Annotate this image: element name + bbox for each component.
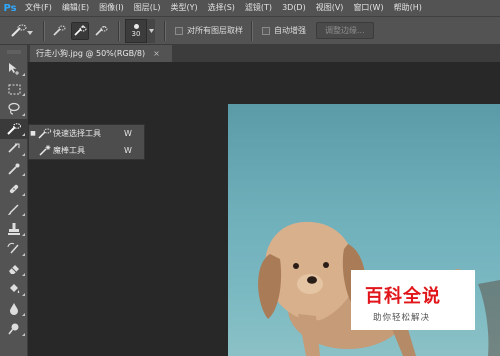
paint-bucket-tool[interactable] bbox=[0, 279, 28, 299]
menu-layer[interactable]: 图层(L) bbox=[129, 0, 166, 16]
stamp-icon bbox=[8, 223, 20, 235]
menu-image[interactable]: 图像(I) bbox=[94, 0, 129, 16]
menu-edit[interactable]: 编辑(E) bbox=[57, 0, 94, 16]
clone-stamp-tool[interactable] bbox=[0, 219, 28, 239]
paint-bucket-icon bbox=[10, 284, 20, 293]
menu-3d[interactable]: 3D(D) bbox=[277, 0, 311, 16]
photoshop-logo: Ps bbox=[3, 2, 17, 14]
options-bar: 30 对所有图层取样 自动增强 调整边缘... bbox=[0, 16, 500, 45]
subtract-selection-icon bbox=[95, 25, 108, 36]
flyout-item-magic-wand[interactable]: 魔棒工具 W bbox=[29, 142, 144, 159]
add-to-selection-button[interactable] bbox=[71, 21, 89, 40]
menu-type[interactable]: 类型(Y) bbox=[165, 0, 202, 16]
panel-grip-icon[interactable] bbox=[0, 45, 27, 59]
new-selection-button[interactable] bbox=[50, 22, 68, 40]
eraser-icon bbox=[9, 265, 19, 274]
flyout-item-shortcut: W bbox=[124, 129, 132, 138]
tools-panel bbox=[0, 45, 28, 356]
flyout-item-label: 快速选择工具 bbox=[53, 129, 101, 138]
divider bbox=[251, 20, 253, 41]
tool-preset-picker[interactable] bbox=[0, 20, 38, 42]
brush-size-value: 30 bbox=[131, 29, 141, 38]
brush-icon bbox=[8, 204, 19, 215]
history-brush-tool[interactable] bbox=[0, 239, 28, 259]
brush-size-picker[interactable]: 30 bbox=[125, 18, 147, 43]
bandage-icon bbox=[9, 184, 19, 194]
quick-selection-icon bbox=[53, 25, 66, 36]
menu-window[interactable]: 窗口(W) bbox=[348, 0, 388, 16]
move-tool[interactable] bbox=[0, 59, 28, 79]
close-icon[interactable]: × bbox=[153, 45, 160, 62]
lasso-tool[interactable] bbox=[0, 99, 28, 119]
move-icon bbox=[9, 63, 19, 75]
rectangular-marquee-icon bbox=[8, 84, 20, 94]
document-tab-bar: 行走小狗.jpg @ 50%(RGB/8) × bbox=[28, 45, 500, 62]
crop-icon bbox=[8, 143, 20, 153]
eraser-tool[interactable] bbox=[0, 259, 28, 279]
menu-help[interactable]: 帮助(H) bbox=[389, 0, 427, 16]
marquee-tool[interactable] bbox=[0, 79, 28, 99]
droplet-icon bbox=[10, 303, 18, 315]
eyedropper-icon bbox=[8, 163, 20, 175]
dodge-icon bbox=[8, 323, 19, 335]
menu-filter[interactable]: 滤镜(T) bbox=[240, 0, 277, 16]
selection-tools-flyout: ■ 快速选择工具 W 魔棒工具 W bbox=[28, 124, 145, 160]
quick-selection-icon bbox=[37, 128, 53, 139]
auto-enhance-label: 自动增强 bbox=[274, 26, 306, 35]
document-tab[interactable]: 行走小狗.jpg @ 50%(RGB/8) × bbox=[30, 45, 172, 62]
quick-selection-icon bbox=[7, 123, 21, 135]
baike-watermark: 百科全说 助你轻松解决 bbox=[351, 270, 475, 330]
magic-wand-icon bbox=[37, 145, 53, 156]
chevron-down-icon bbox=[27, 30, 33, 35]
divider bbox=[118, 20, 120, 41]
document-tab-title: 行走小狗.jpg @ 50%(RGB/8) bbox=[36, 49, 146, 58]
menu-select[interactable]: 选择(S) bbox=[203, 0, 240, 16]
sample-all-layers-label: 对所有图层取样 bbox=[187, 26, 243, 35]
healing-brush-tool[interactable] bbox=[0, 179, 28, 199]
brush-tool[interactable] bbox=[0, 199, 28, 219]
selected-bullet-icon: ■ bbox=[30, 130, 36, 137]
brush-tip-icon bbox=[133, 23, 139, 29]
flyout-item-shortcut: W bbox=[124, 146, 132, 155]
add-selection-icon bbox=[74, 24, 87, 36]
divider bbox=[43, 20, 45, 41]
history-brush-icon bbox=[7, 242, 19, 254]
watermark-title: 百科全说 bbox=[365, 286, 441, 307]
quick-selection-icon bbox=[11, 24, 27, 37]
crop-tool[interactable] bbox=[0, 139, 28, 159]
menu-bar: Ps 文件(F) 编辑(E) 图像(I) 图层(L) 类型(Y) 选择(S) 滤… bbox=[0, 0, 500, 16]
menu-view[interactable]: 视图(V) bbox=[311, 0, 349, 16]
menu-file[interactable]: 文件(F) bbox=[20, 0, 57, 16]
brush-picker-dropdown[interactable] bbox=[147, 18, 155, 43]
sample-all-layers-checkbox[interactable] bbox=[175, 26, 183, 35]
quick-selection-tool[interactable] bbox=[0, 119, 28, 139]
watermark-subtitle: 助你轻松解决 bbox=[373, 313, 431, 323]
auto-enhance-checkbox[interactable] bbox=[262, 26, 270, 35]
blur-tool[interactable] bbox=[0, 299, 28, 319]
divider bbox=[164, 20, 166, 41]
refine-edge-button[interactable]: 调整边缘... bbox=[316, 22, 374, 39]
chevron-down-icon bbox=[148, 28, 154, 33]
flyout-item-label: 魔棒工具 bbox=[53, 146, 85, 155]
subtract-from-selection-button[interactable] bbox=[92, 22, 110, 40]
lasso-icon bbox=[8, 102, 20, 115]
dodge-tool[interactable] bbox=[0, 319, 28, 339]
eyedropper-tool[interactable] bbox=[0, 159, 28, 179]
flyout-item-quick-selection[interactable]: ■ 快速选择工具 W bbox=[29, 125, 144, 142]
